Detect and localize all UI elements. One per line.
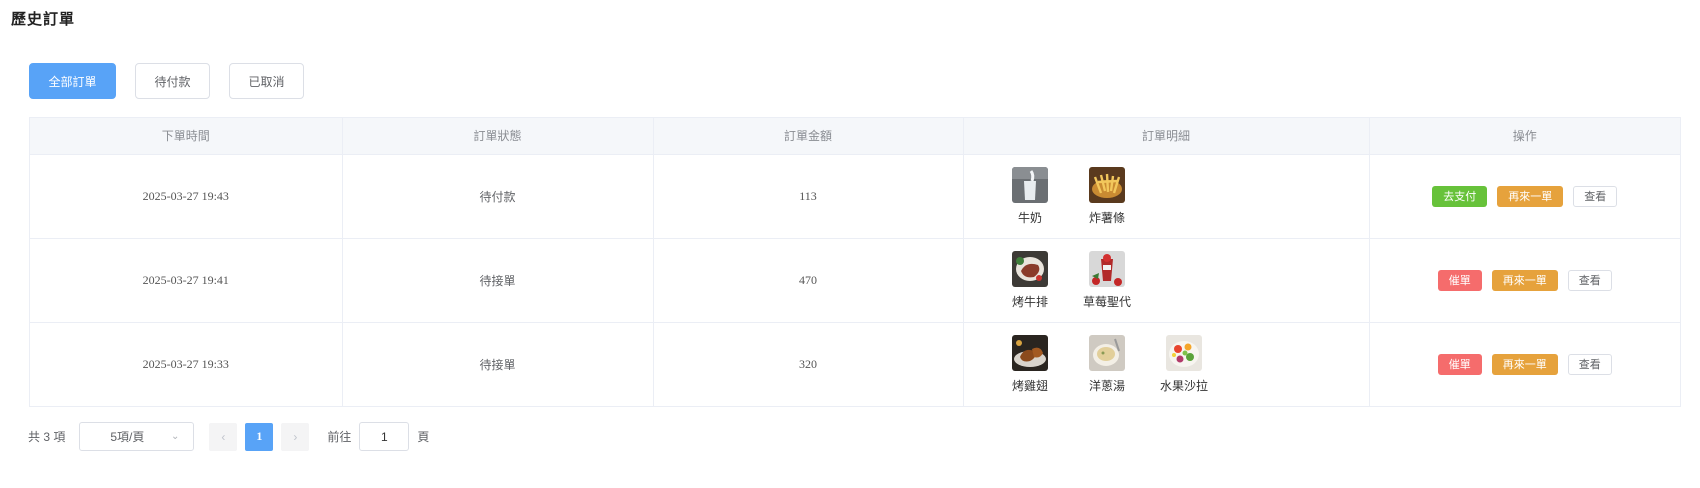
order-status: 待接單 — [479, 273, 516, 288]
item-name: 烤牛排 — [1011, 294, 1048, 309]
onion-soup-image — [1089, 334, 1125, 371]
next-page-button[interactable]: › — [281, 422, 310, 451]
view-button[interactable]: 查看 — [1567, 269, 1612, 291]
order-item: 烤雞翅 — [992, 334, 1069, 394]
page-title: 歷史訂單 — [11, 11, 76, 28]
order-item: 牛奶 — [992, 166, 1069, 226]
table-header-row: 下單時間 訂單狀態 訂單金額 訂單明細 操作 — [30, 118, 1680, 155]
table-row: 2025-03-27 19:33 待接單 320 烤雞翅 洋蔥湯 水果沙拉 催單… — [30, 322, 1680, 406]
goto-page-input[interactable] — [359, 422, 410, 451]
goto-suffix: 頁 — [417, 430, 430, 444]
order-time: 2025-03-27 19:33 — [142, 356, 229, 371]
reorder-button[interactable]: 再來一單 — [1491, 353, 1558, 375]
order-filter-bar: 全部訂單 待付款 已取消 — [29, 63, 304, 99]
urge-order-button[interactable]: 催單 — [1437, 353, 1482, 375]
filter-pending-payment-button[interactable]: 待付款 — [135, 63, 210, 99]
order-items: 烤雞翅 洋蔥湯 水果沙拉 — [964, 334, 1369, 394]
order-items: 牛奶 炸薯條 — [964, 166, 1369, 226]
chevron-right-icon: › — [293, 429, 298, 444]
order-amount: 470 — [799, 272, 817, 287]
sundae-image — [1089, 250, 1125, 287]
order-status: 待接單 — [479, 357, 516, 372]
header-actions: 操作 — [1369, 118, 1680, 155]
orders-table: 下單時間 訂單狀態 訂單金額 訂單明細 操作 2025-03-27 19:43 … — [29, 117, 1681, 407]
filter-all-orders-button[interactable]: 全部訂單 — [29, 63, 116, 99]
row-actions: 催單 再來一單 查看 — [1370, 353, 1681, 375]
header-order-time: 下單時間 — [30, 118, 343, 155]
chicken-wings-image — [1012, 334, 1048, 371]
item-name: 草莓聖代 — [1082, 294, 1131, 309]
item-name: 烤雞翅 — [1011, 378, 1048, 393]
steak-image — [1012, 250, 1048, 287]
page-size-value: 5項/頁 — [110, 430, 145, 444]
order-item: 洋蔥湯 — [1069, 334, 1146, 394]
order-items: 烤牛排 草莓聖代 — [964, 250, 1369, 310]
filter-cancelled-button[interactable]: 已取消 — [229, 63, 304, 99]
total-count: 共 3 項 — [28, 430, 66, 444]
order-item: 草莓聖代 — [1069, 250, 1146, 310]
item-name: 洋蔥湯 — [1088, 378, 1125, 393]
milk-image — [1012, 166, 1048, 203]
order-amount: 113 — [799, 188, 817, 203]
pagination: 共 3 項 5項/頁 ⌄ ‹ 1 › 前往 頁 — [28, 422, 429, 451]
table-row: 2025-03-27 19:43 待付款 113 牛奶 炸薯條 去支付 再來一單… — [30, 154, 1681, 239]
page-size-select[interactable]: 5項/頁 ⌄ — [79, 422, 195, 451]
order-item: 炸薯條 — [1069, 166, 1146, 226]
order-item: 烤牛排 — [992, 250, 1069, 310]
reorder-button[interactable]: 再來一單 — [1497, 185, 1564, 207]
table-row: 2025-03-27 19:41 待接單 470 烤牛排 草莓聖代 催單 再來一… — [30, 238, 1681, 323]
chevron-left-icon: ‹ — [221, 429, 226, 444]
item-name: 炸薯條 — [1088, 210, 1125, 225]
page-number-current[interactable]: 1 — [245, 422, 274, 451]
header-order-details: 訂單明細 — [963, 118, 1370, 155]
order-item: 水果沙拉 — [1146, 334, 1223, 394]
header-order-status: 訂單狀態 — [342, 118, 654, 155]
pay-button[interactable]: 去支付 — [1432, 185, 1488, 207]
item-name: 水果沙拉 — [1159, 378, 1208, 393]
chevron-down-icon: ⌄ — [170, 431, 180, 442]
order-time: 2025-03-27 19:41 — [142, 272, 229, 287]
row-actions: 催單 再來一單 查看 — [1370, 269, 1681, 291]
goto-label: 前往 — [327, 430, 352, 444]
item-name: 牛奶 — [1017, 210, 1042, 225]
fries-image — [1089, 166, 1125, 203]
row-actions: 去支付 再來一單 查看 — [1370, 185, 1681, 207]
prev-page-button[interactable]: ‹ — [209, 422, 238, 451]
view-button[interactable]: 查看 — [1567, 353, 1612, 375]
fruit-salad-image — [1166, 334, 1202, 371]
reorder-button[interactable]: 再來一單 — [1491, 269, 1558, 291]
order-amount: 320 — [799, 356, 817, 371]
order-time: 2025-03-27 19:43 — [142, 188, 229, 203]
order-status: 待付款 — [479, 189, 516, 204]
urge-order-button[interactable]: 催單 — [1437, 269, 1482, 291]
header-order-amount: 訂單金額 — [653, 118, 964, 155]
view-button[interactable]: 查看 — [1573, 185, 1618, 207]
